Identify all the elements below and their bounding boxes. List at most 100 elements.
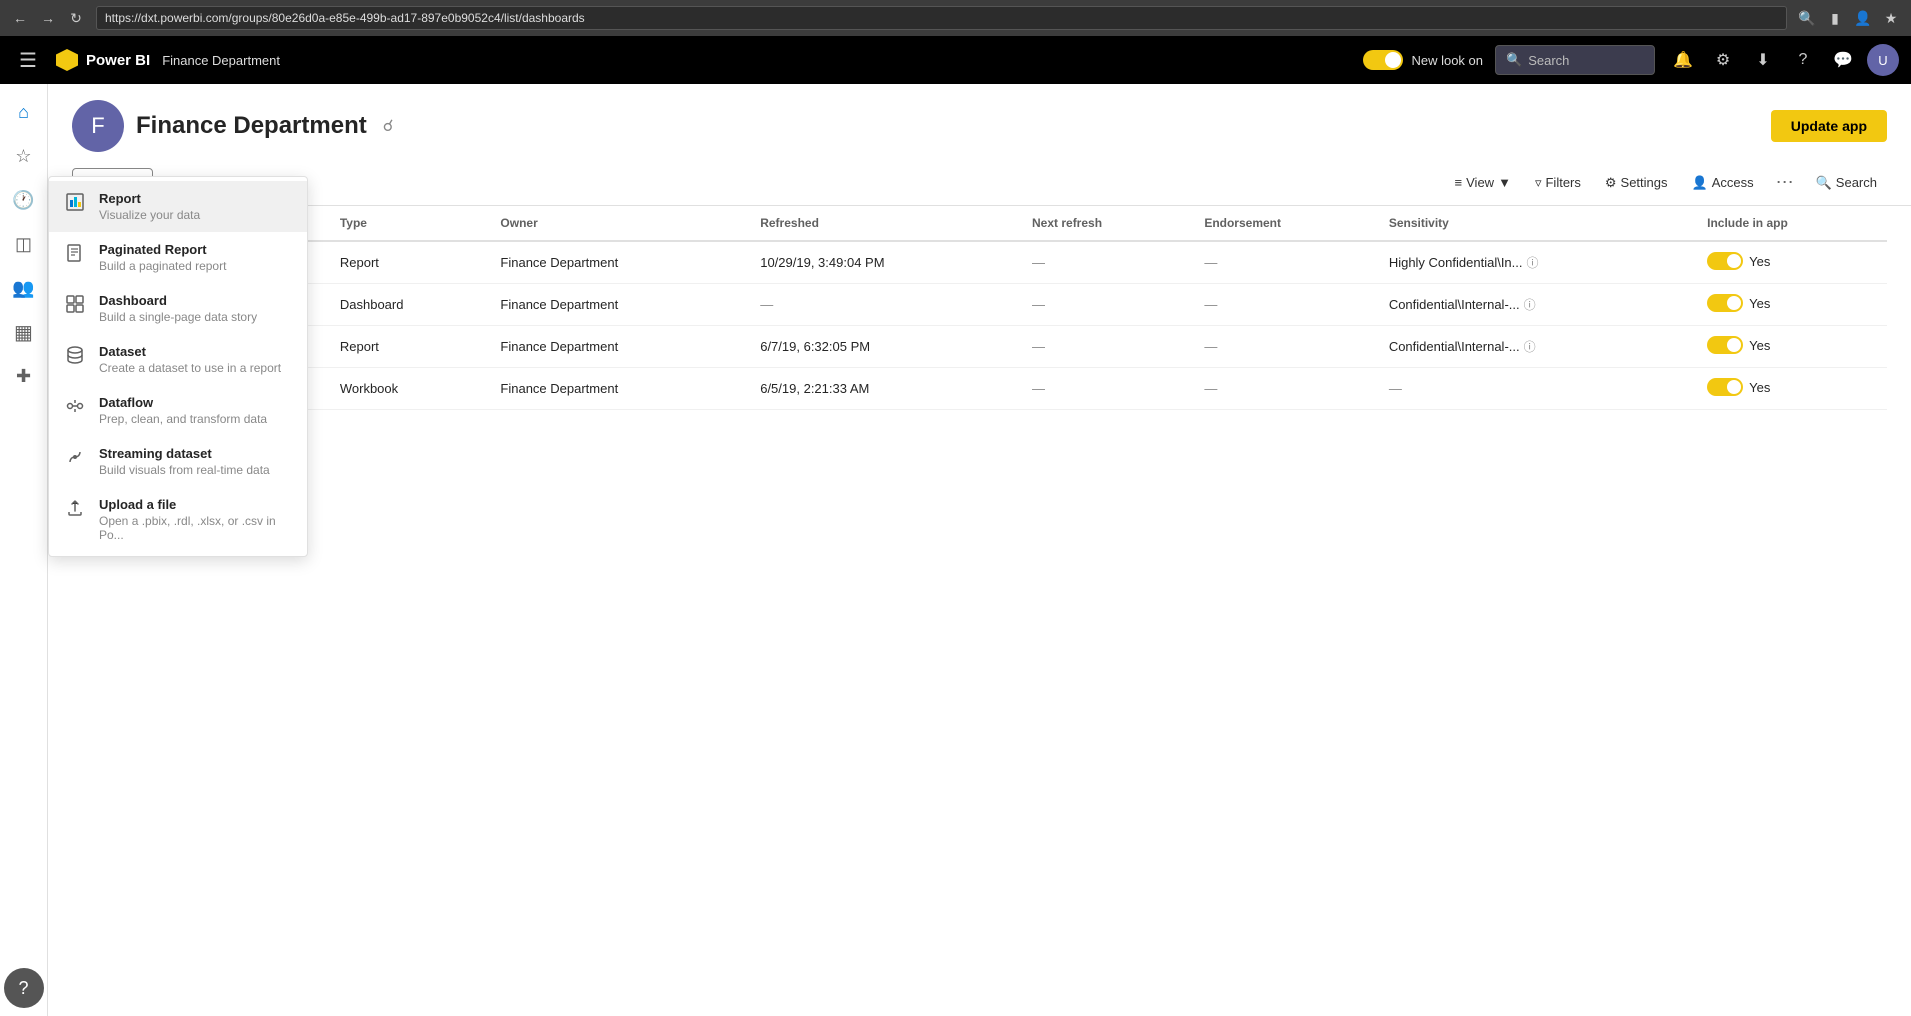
sidebar: ⌂ ☆ 🕐 ◫ 👥 ▦ ✚ ? [0,84,48,1016]
dashboard-icon [65,294,87,319]
toolbar: + New ▼ ≡ View ▼ ▿ Filters ⚙ Settings [48,160,1911,206]
filters-button[interactable]: ▿ Filters [1525,169,1591,197]
table-row: Finance Dashboard Dashboard Finance Depa… [72,284,1887,326]
sidebar-item-recent[interactable]: 🕐 [4,180,44,220]
menu-item-streaming-dataset[interactable]: Streaming dataset Build visuals from rea… [49,436,307,487]
view-label: View [1466,175,1494,190]
sensitivity-info-icon[interactable]: ⓘ [1527,256,1539,270]
more-options-icon[interactable]: ⋯ [1768,168,1802,197]
include-toggle[interactable]: Yes [1707,294,1770,312]
dashboard-subtitle: Build a single-page data story [99,310,257,324]
dataset-text-block: Dataset Create a dataset to use in a rep… [99,344,281,375]
workspace-settings-icon[interactable]: ☌ [383,116,394,136]
toggle-switch[interactable] [1707,378,1743,396]
profile-icon[interactable]: 👤 [1851,6,1875,30]
menu-item-upload-file[interactable]: Upload a file Open a .pbix, .rdl, .xlsx,… [49,487,307,552]
cell-endorsement: — [1192,326,1377,368]
content-table: Type Owner Refreshed Next refresh Endors… [72,206,1887,410]
col-owner: Owner [488,206,748,241]
settings-button[interactable]: ⚙ Settings [1595,169,1678,197]
back-button[interactable]: ← [8,6,32,30]
cell-endorsement: — [1192,241,1377,284]
notification-bell-icon[interactable]: 🔔 [1667,44,1699,76]
search-label: Search [1836,175,1877,190]
address-bar[interactable]: https://dxt.powerbi.com/groups/80e26d0a-… [96,6,1787,30]
filter-icon: ▿ [1535,175,1542,191]
forward-button[interactable]: → [36,6,60,30]
settings-gear-icon[interactable]: ⚙ [1707,44,1739,76]
include-label: Yes [1749,380,1770,395]
dataset-title: Dataset [99,344,281,359]
cell-next-refresh: — [1020,368,1192,410]
access-button[interactable]: 👤 Access [1682,169,1764,197]
url-text: https://dxt.powerbi.com/groups/80e26d0a-… [105,11,585,25]
streaming-dataset-subtitle: Build visuals from real-time data [99,463,270,477]
powerbi-app-name: Power BI [86,52,150,69]
person-icon: 👤 [1692,175,1708,191]
new-dropdown-menu: Report Visualize your data Paginated Rep… [48,176,308,557]
workspace-header: F Finance Department ☌ Update app [48,84,1911,160]
dataflow-subtitle: Prep, clean, and transform data [99,412,267,426]
content-area: F Finance Department ☌ Update app + New … [48,84,1911,1016]
menu-item-dashboard[interactable]: Dashboard Build a single-page data story [49,283,307,334]
view-button[interactable]: ≡ View ▼ [1445,169,1521,196]
content-table-container: Type Owner Refreshed Next refresh Endors… [48,206,1911,410]
include-toggle[interactable]: Yes [1707,378,1770,396]
filters-label: Filters [1545,175,1580,190]
sidebar-item-create[interactable]: ✚ [4,356,44,396]
new-look-toggle-container: New look on [1363,50,1483,70]
menu-item-dataset[interactable]: Dataset Create a dataset to use in a rep… [49,334,307,385]
cell-next-refresh: — [1020,241,1192,284]
paginated-report-text-block: Paginated Report Build a paginated repor… [99,242,226,273]
sidebar-item-apps[interactable]: ◫ [4,224,44,264]
col-sensitivity: Sensitivity [1377,206,1695,241]
toggle-switch[interactable] [1707,252,1743,270]
sidebar-item-workspaces[interactable]: ▦ [4,312,44,352]
dataflow-text-block: Dataflow Prep, clean, and transform data [99,395,267,426]
menu-item-report[interactable]: Report Visualize your data [49,181,307,232]
dashboard-title: Dashboard [99,293,257,308]
topbar-search-icon: 🔍 [1506,52,1522,68]
browser-bar: ← → ↻ https://dxt.powerbi.com/groups/80e… [0,0,1911,36]
toggle-switch[interactable] [1707,294,1743,312]
refresh-button[interactable]: ↻ [64,6,88,30]
dashboard-text-block: Dashboard Build a single-page data story [99,293,257,324]
browser-nav-buttons: ← → ↻ [8,6,88,30]
col-refreshed: Refreshed [748,206,1020,241]
sidebar-item-favorites[interactable]: ☆ [4,136,44,176]
view-chevron-icon: ▼ [1498,175,1511,190]
sidebar-item-shared[interactable]: 👥 [4,268,44,308]
browser-search-icon[interactable]: 🔍 [1795,6,1819,30]
download-icon[interactable]: ⬇ [1747,44,1779,76]
hamburger-menu-button[interactable]: ☰ [12,44,44,76]
sensitivity-info-icon[interactable]: ⓘ [1524,298,1536,312]
include-toggle[interactable]: Yes [1707,252,1770,270]
sensitivity-info-icon[interactable]: ⓘ [1524,340,1536,354]
toggle-switch[interactable] [1707,336,1743,354]
access-label: Access [1712,175,1754,190]
user-avatar[interactable]: U [1867,44,1899,76]
help-question-icon[interactable]: ? [1787,44,1819,76]
menu-item-paginated-report[interactable]: Paginated Report Build a paginated repor… [49,232,307,283]
search-button[interactable]: 🔍 Search [1806,169,1887,197]
menu-item-dataflow[interactable]: Dataflow Prep, clean, and transform data [49,385,307,436]
powerbi-topbar: ☰ Power BI Finance Department New look o… [0,36,1911,84]
new-look-toggle[interactable] [1363,50,1403,70]
table-row: Finance Workbook Workbook Finance Depart… [72,368,1887,410]
feedback-icon[interactable]: 💬 [1827,44,1859,76]
update-app-button[interactable]: Update app [1771,110,1887,142]
cell-include-in-app: Yes [1695,326,1887,368]
workspace-title: Finance Department [136,112,367,140]
topbar-search[interactable]: 🔍 Search [1495,45,1655,75]
search-icon: 🔍 [1816,175,1832,191]
col-endorsement: Endorsement [1192,206,1377,241]
cell-type: Report [328,326,489,368]
sensitivity-value: Confidential\Internal-... [1389,297,1520,312]
cell-type: Workbook [328,368,489,410]
sidebar-item-home[interactable]: ⌂ [4,92,44,132]
favorites-star-icon[interactable]: ★ [1879,6,1903,30]
upload-file-icon [65,498,87,523]
sidebar-item-learn[interactable]: ? [4,968,44,1008]
extensions-icon[interactable]: ▮ [1823,6,1847,30]
include-toggle[interactable]: Yes [1707,336,1770,354]
